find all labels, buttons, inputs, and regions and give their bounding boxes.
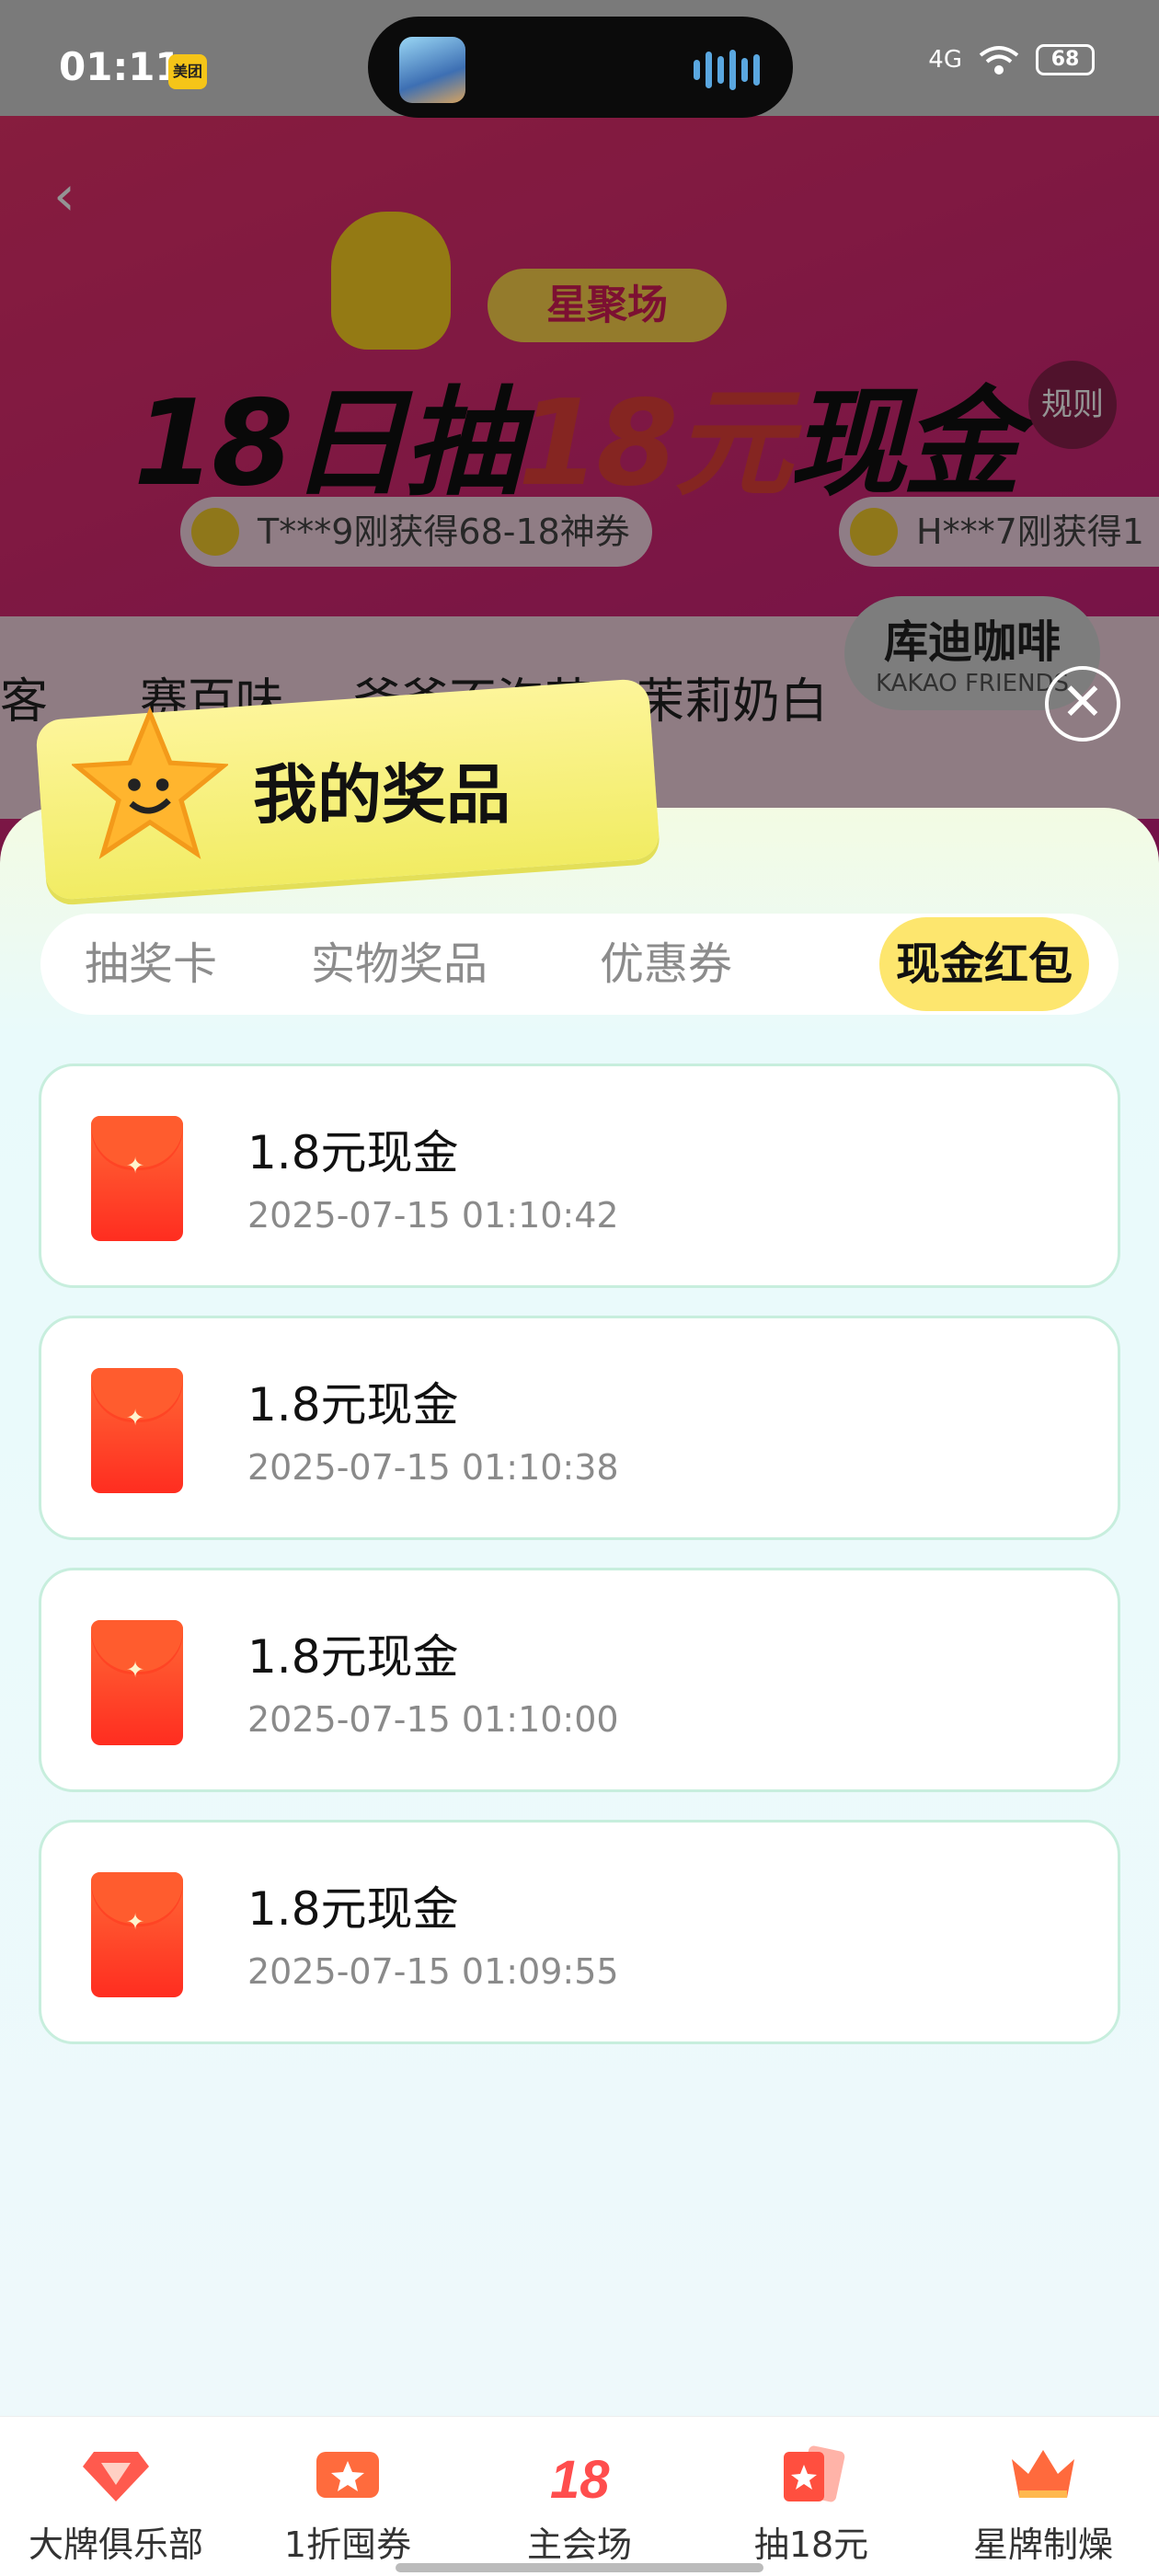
- tab-coupons[interactable]: 优惠券: [537, 914, 795, 1015]
- home-indicator[interactable]: [396, 2563, 763, 2572]
- wifi-icon: [979, 46, 1019, 75]
- prize-name: 1.8元现金: [247, 1630, 459, 1684]
- battery-icon: 68: [1036, 44, 1095, 75]
- prize-card[interactable]: 1.8元现金 2025-07-15 01:10:42: [39, 1064, 1120, 1288]
- nav-label: 大牌俱乐部: [28, 2524, 203, 2565]
- cards-icon: [784, 2445, 845, 2502]
- audio-wave-icon: [694, 50, 760, 90]
- prize-name: 1.8元现金: [247, 1126, 459, 1179]
- prize-tabs: 抽奖卡 实物奖品 优惠券 现金红包: [40, 914, 1119, 1015]
- status-time: 01:11: [59, 44, 182, 89]
- media-thumbnail-icon: [399, 37, 465, 103]
- 18-icon: 18: [550, 2450, 610, 2505]
- star-mascot-icon: [72, 707, 228, 859]
- red-envelope-icon: [91, 1872, 183, 1997]
- prize-card[interactable]: 1.8元现金 2025-07-15 01:10:38: [39, 1316, 1120, 1540]
- meituan-app-icon: 美团: [168, 54, 207, 89]
- prize-name: 1.8元现金: [247, 1882, 459, 1936]
- prize-time: 2025-07-15 01:10:42: [247, 1195, 619, 1236]
- prize-time: 2025-07-15 01:09:55: [247, 1951, 619, 1992]
- nav-label: 主会场: [526, 2524, 632, 2565]
- prize-card[interactable]: 1.8元现金 2025-07-15 01:09:55: [39, 1820, 1120, 2044]
- ticket-icon: [316, 2452, 379, 2498]
- prize-time: 2025-07-15 01:10:38: [247, 1447, 619, 1488]
- red-envelope-icon: [91, 1368, 183, 1493]
- nav-star-brand[interactable]: 星牌制燥: [927, 2417, 1159, 2576]
- prize-name: 1.8元现金: [247, 1378, 459, 1432]
- svg-text:18: 18: [550, 2450, 610, 2505]
- nav-main-venue[interactable]: 18 主会场: [464, 2417, 695, 2576]
- nav-label: 星牌制燥: [972, 2524, 1113, 2565]
- nav-draw-18[interactable]: 抽18元: [695, 2417, 927, 2576]
- nav-label: 1折囤券: [283, 2524, 412, 2565]
- bottom-nav: 大牌俱乐部 1折囤券 18 主会场 抽18元 星牌制燥: [0, 2416, 1159, 2576]
- diamond-icon: [83, 2452, 149, 2501]
- cellular-signal-icon: 4G: [928, 46, 962, 74]
- red-envelope-icon: [91, 1620, 183, 1745]
- red-envelope-icon: [91, 1116, 183, 1241]
- close-icon[interactable]: ✕: [1045, 666, 1120, 742]
- prize-list: 1.8元现金 2025-07-15 01:10:42 1.8元现金 2025-0…: [39, 1064, 1120, 2072]
- nav-label: 抽18元: [753, 2524, 869, 2565]
- status-indicators: 4G 68: [928, 44, 1095, 75]
- dynamic-island[interactable]: [368, 17, 793, 118]
- tab-physical-prizes[interactable]: 实物奖品: [261, 914, 537, 1015]
- nav-brand-club[interactable]: 大牌俱乐部: [0, 2417, 232, 2576]
- crown-icon: [1012, 2450, 1074, 2498]
- panel-title: 我的奖品: [253, 757, 511, 833]
- tab-lottery-card[interactable]: 抽奖卡: [40, 914, 261, 1015]
- nav-discount-coupons[interactable]: 1折囤券: [232, 2417, 464, 2576]
- prize-card[interactable]: 1.8元现金 2025-07-15 01:10:00: [39, 1568, 1120, 1792]
- status-bar: 01:11 美团 4G 68: [0, 0, 1159, 118]
- prize-time: 2025-07-15 01:10:00: [247, 1699, 619, 1740]
- tab-cash-red-packet[interactable]: 现金红包: [879, 917, 1089, 1011]
